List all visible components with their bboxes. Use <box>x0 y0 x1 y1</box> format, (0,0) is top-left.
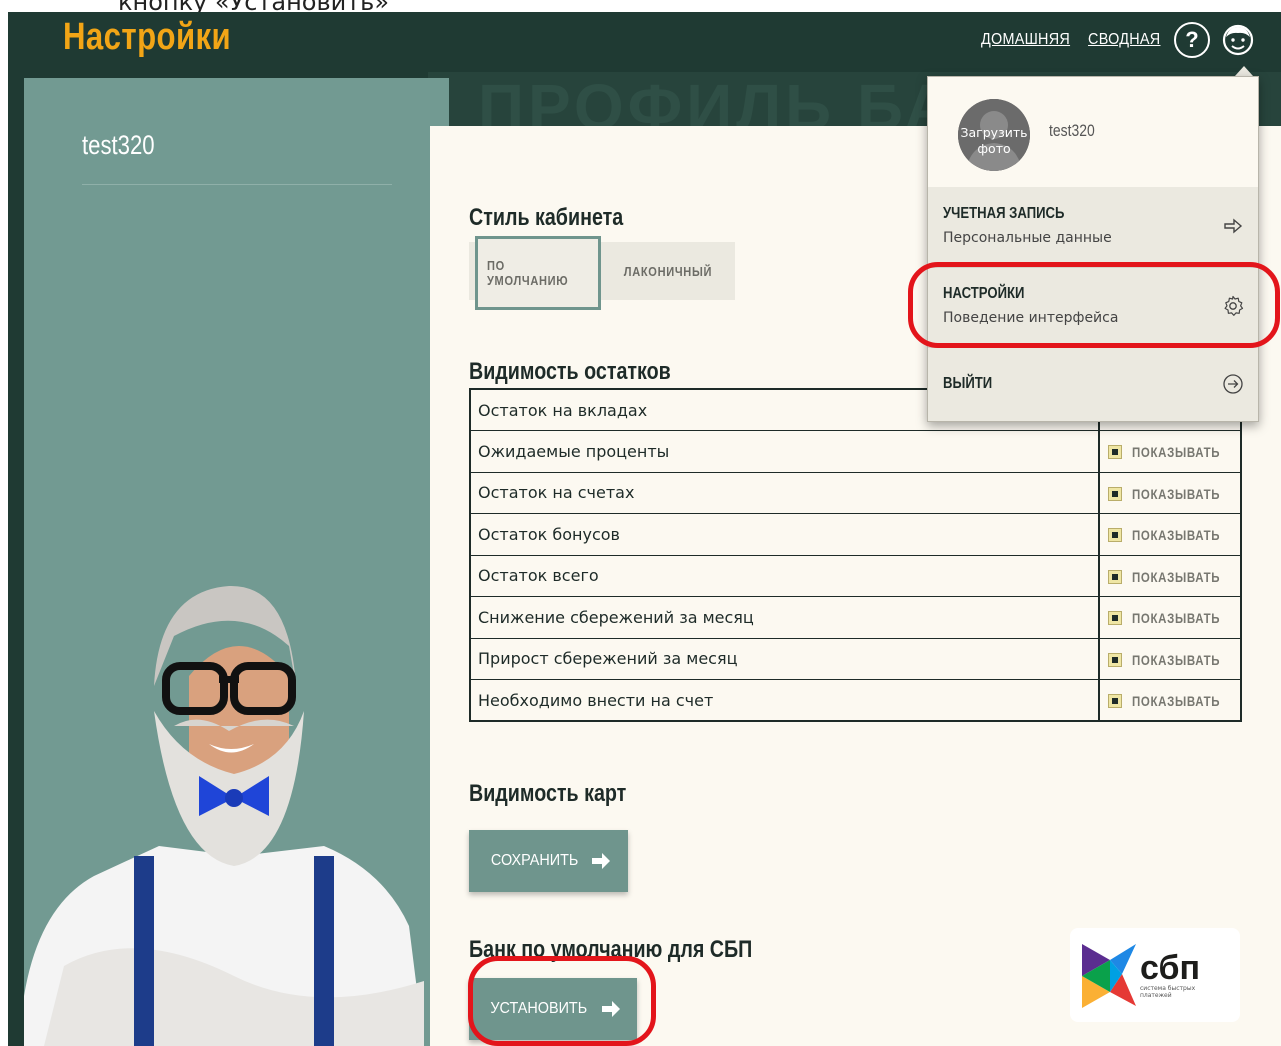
arrow-right-icon <box>601 1001 620 1017</box>
user-dropdown-menu: Загрузить фото test320 УЧЕТНАЯ ЗАПИСЬ Пе… <box>927 76 1259 422</box>
show-toggle-label: ПОКАЗЫВАТЬ <box>1132 568 1221 585</box>
balances-heading: Видимость остатков <box>469 358 671 385</box>
menu-item-logout[interactable]: ВЫЙТИ <box>928 347 1258 423</box>
menu-item-settings-title: НАСТРОЙКИ <box>943 285 1025 302</box>
show-checkbox[interactable] <box>1108 486 1123 501</box>
dropdown-header: Загрузить фото test320 <box>928 77 1258 187</box>
help-button[interactable]: ? <box>1174 22 1210 58</box>
save-button-label: СОХРАНИТЬ <box>490 852 579 869</box>
sidebar: test320 <box>24 78 449 1046</box>
show-toggle[interactable]: ПОКАЗЫВАТЬ <box>1099 555 1241 597</box>
user-menu-button[interactable] <box>1219 21 1257 59</box>
style-option-laconic-label: ЛАКОНИЧНЫЙ <box>623 263 713 279</box>
balance-row-label: Остаток всего <box>470 555 1101 597</box>
show-toggle-label: ПОКАЗЫВАТЬ <box>1132 527 1221 544</box>
save-button[interactable]: СОХРАНИТЬ <box>469 830 628 892</box>
top-navigation: ДОМАШНЯЯ СВОДНАЯ ? <box>976 20 1257 60</box>
show-toggle-label: ПОКАЗЫВАТЬ <box>1132 485 1221 502</box>
sbp-logo-subtitle: система быстрых платежей <box>1140 985 1196 999</box>
avatar-upload-label: Загрузить фото <box>960 125 1028 156</box>
balance-row-label: Необходимо внести на счет <box>470 679 1101 721</box>
mascot-person-image <box>24 585 424 1046</box>
style-heading: Стиль кабинета <box>469 204 624 231</box>
dropdown-caret <box>1235 66 1253 76</box>
set-default-bank-button[interactable]: УСТАНОВИТЬ <box>469 978 637 1040</box>
menu-item-account-subtitle: Персональные данные <box>943 230 1112 246</box>
avatar-upload[interactable]: Загрузить фото <box>958 99 1030 171</box>
balance-row-label: Остаток на счетах <box>470 472 1101 514</box>
show-checkbox[interactable] <box>1108 611 1123 626</box>
sbp-logo-word: сбп <box>1140 949 1200 987</box>
page-title: Настройки <box>63 16 232 58</box>
balance-row: Остаток бонусов ПОКАЗЫВАТЬ <box>470 513 1241 556</box>
show-toggle[interactable]: ПОКАЗЫВАТЬ <box>1099 638 1241 680</box>
balance-row: Снижение сбережений за месяц ПОКАЗЫВАТЬ <box>470 596 1241 639</box>
show-toggle[interactable]: ПОКАЗЫВАТЬ <box>1099 597 1241 639</box>
style-option-default[interactable]: ПО УМОЛЧАНИЮ <box>475 236 601 310</box>
logout-icon <box>1223 374 1243 394</box>
sidebar-divider <box>82 184 392 185</box>
balance-row-label: Прирост сбережений за месяц <box>470 638 1101 680</box>
balance-row: Остаток на счетах ПОКАЗЫВАТЬ <box>470 472 1241 514</box>
balance-row: Прирост сбережений за месяц ПОКАЗЫВАТЬ <box>470 638 1241 680</box>
menu-item-settings-subtitle: Поведение интерфейса <box>943 310 1119 326</box>
style-option-laconic[interactable]: ЛАКОНИЧНЫЙ <box>601 242 735 300</box>
nav-summary-link[interactable]: СВОДНАЯ <box>1089 31 1161 49</box>
show-checkbox[interactable] <box>1108 445 1123 460</box>
menu-item-settings[interactable]: НАСТРОЙКИ Поведение интерфейса <box>928 267 1258 347</box>
style-toggle: ПО УМОЛЧАНИЮ ЛАКОНИЧНЫЙ <box>469 236 735 310</box>
sbp-logo: сбп система быстрых платежей <box>1070 928 1240 1022</box>
user-face-icon <box>1222 24 1254 56</box>
sbp-heading: Банк по умолчанию для СБП <box>469 936 753 963</box>
nav-home-link[interactable]: ДОМАШНЯЯ <box>981 31 1070 49</box>
cards-heading: Видимость карт <box>469 780 627 807</box>
show-toggle-label: ПОКАЗЫВАТЬ <box>1132 610 1221 627</box>
show-checkbox[interactable] <box>1108 652 1123 667</box>
balance-row-label: Ожидаемые проценты <box>470 430 1101 472</box>
show-toggle[interactable]: ПОКАЗЫВАТЬ <box>1099 431 1241 473</box>
style-option-default-label: ПО УМОЛЧАНИЮ <box>487 258 569 288</box>
balance-row: Необходимо внести на счет ПОКАЗЫВАТЬ <box>470 679 1241 722</box>
sbp-logo-text: сбп система быстрых платежей <box>1140 951 1220 999</box>
show-toggle[interactable]: ПОКАЗЫВАТЬ <box>1099 514 1241 556</box>
balance-row: Ожидаемые проценты ПОКАЗЫВАТЬ <box>470 430 1241 473</box>
show-checkbox[interactable] <box>1108 694 1123 708</box>
show-toggle-label: ПОКАЗЫВАТЬ <box>1132 693 1221 709</box>
arrow-right-icon <box>592 853 611 869</box>
show-toggle-label: ПОКАЗЫВАТЬ <box>1132 651 1221 668</box>
balance-row: Остаток всего ПОКАЗЫВАТЬ <box>470 555 1241 597</box>
show-checkbox[interactable] <box>1108 569 1123 584</box>
gear-icon <box>1224 295 1244 316</box>
menu-item-logout-title: ВЫЙТИ <box>943 375 993 392</box>
sidebar-username: test320 <box>82 130 155 160</box>
set-button-label: УСТАНОВИТЬ <box>490 1000 588 1017</box>
arrow-right-icon <box>1224 218 1243 234</box>
show-toggle-label: ПОКАЗЫВАТЬ <box>1132 444 1221 461</box>
dropdown-username: test320 <box>1049 121 1095 140</box>
balances-visibility-table: Остаток на вкладахПОКАЗЫВАТЬОжидаемые пр… <box>469 388 1242 722</box>
menu-item-account[interactable]: УЧЕТНАЯ ЗАПИСЬ Персональные данные <box>928 187 1258 267</box>
balance-row-label: Снижение сбережений за месяц <box>470 596 1101 638</box>
show-checkbox[interactable] <box>1108 528 1123 543</box>
balance-row-label: Остаток бонусов <box>470 513 1101 555</box>
menu-item-account-title: УЧЕТНАЯ ЗАПИСЬ <box>943 205 1065 222</box>
show-toggle[interactable]: ПОКАЗЫВАТЬ <box>1099 680 1241 722</box>
show-toggle[interactable]: ПОКАЗЫВАТЬ <box>1099 472 1241 514</box>
sbp-logo-mark-icon <box>1082 944 1136 1008</box>
